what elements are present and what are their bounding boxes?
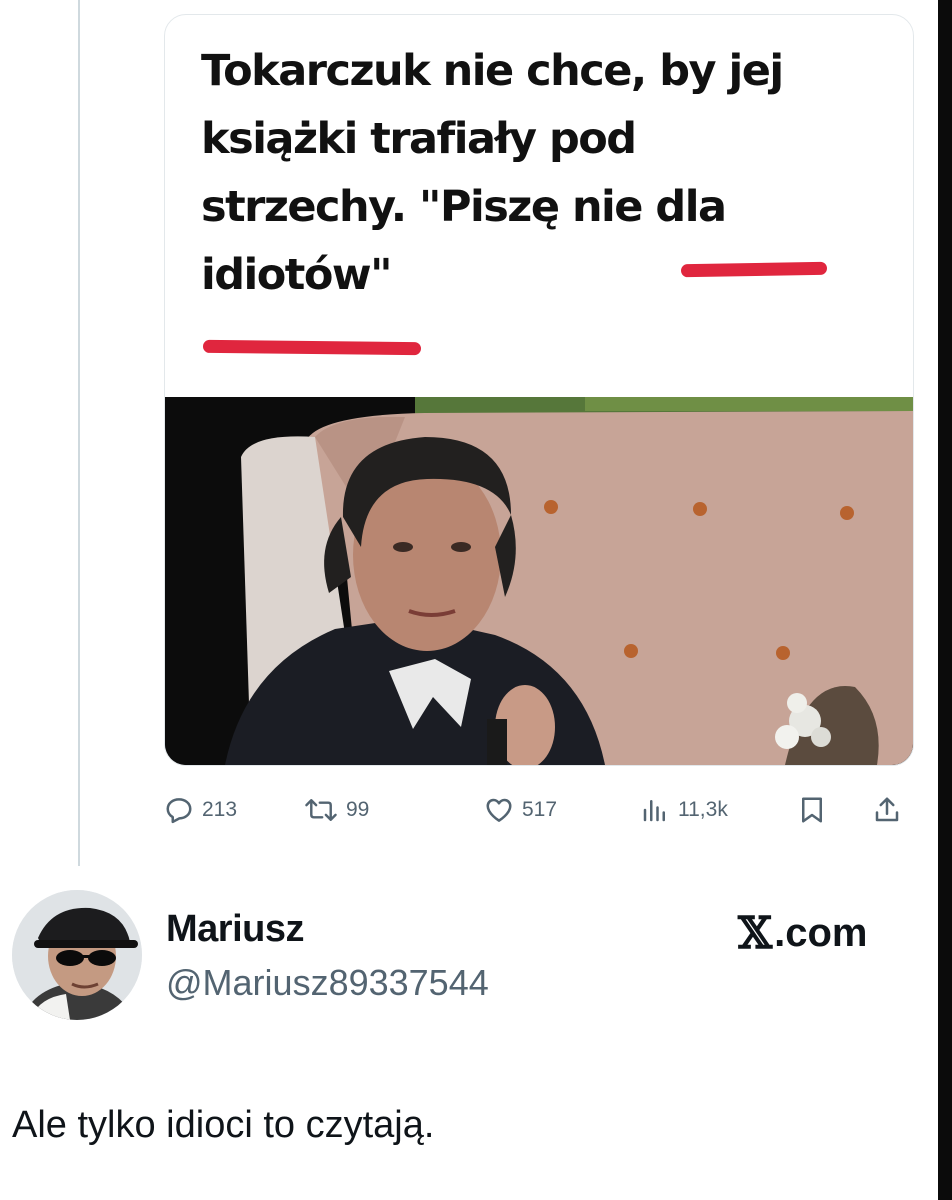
watermark-domain: .com: [774, 911, 868, 955]
author-name[interactable]: Mariusz: [166, 908, 304, 951]
like-count: 517: [522, 798, 558, 821]
share-icon: [872, 795, 902, 825]
share-button[interactable]: [872, 788, 902, 832]
x-logo-icon: 𝕏: [738, 908, 773, 959]
thread-connector-line: [78, 0, 80, 866]
views-icon: [640, 795, 670, 825]
repost-count: 99: [346, 798, 370, 821]
bookmark-button[interactable]: [798, 788, 826, 832]
highlight-underline-idiotow: [202, 339, 422, 356]
reply-icon: [164, 795, 194, 825]
reply-count: 213: [202, 798, 238, 821]
post-action-bar: 213 99 517 11,3k: [164, 788, 912, 832]
like-button[interactable]: 517: [484, 788, 557, 832]
author-handle[interactable]: @Mariusz89337544: [166, 962, 489, 1004]
author-avatar[interactable]: [12, 890, 142, 1020]
article-photo[interactable]: [165, 397, 913, 765]
reply-button[interactable]: 213: [164, 788, 237, 832]
repost-button[interactable]: 99: [304, 788, 369, 832]
quoted-post-card[interactable]: Tokarczuk nie chce, by jej książki trafi…: [164, 14, 914, 766]
tweet-text: Ale tylko idioci to czytają.: [12, 1104, 435, 1146]
repost-icon: [304, 795, 338, 825]
highlight-underline-dla: [680, 261, 828, 278]
xcom-watermark: 𝕏 .com: [738, 908, 868, 959]
like-icon: [484, 795, 514, 825]
views-count: 11,3k: [678, 798, 728, 821]
views-button[interactable]: 11,3k: [640, 788, 728, 832]
bookmark-icon: [798, 795, 826, 825]
screenshot-edge-border: [938, 0, 952, 1200]
